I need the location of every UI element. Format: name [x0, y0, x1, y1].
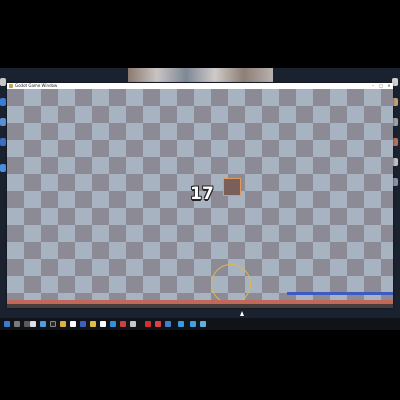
app-icon[interactable] [190, 321, 196, 327]
taskbar [0, 318, 400, 330]
desktop-shortcut-icon[interactable] [0, 164, 6, 172]
app-icon[interactable] [130, 321, 136, 327]
app-icon[interactable] [80, 321, 86, 327]
score-counter: 17 [190, 184, 214, 204]
desktop-shortcut-icon[interactable] [0, 78, 6, 86]
desktop-icons-right [392, 74, 400, 304]
app-icon[interactable] [40, 321, 46, 327]
app-icon[interactable] [120, 321, 126, 327]
app-icon[interactable] [200, 321, 206, 327]
app-icon[interactable] [155, 321, 161, 327]
app-icon[interactable] [100, 321, 106, 327]
godot-app-icon [9, 84, 13, 88]
start-icon[interactable] [4, 321, 10, 327]
file-explorer-icon[interactable] [60, 321, 66, 327]
app-icon[interactable] [145, 321, 151, 327]
app-icon[interactable] [110, 321, 116, 327]
app-icon[interactable] [90, 321, 96, 327]
app-icon[interactable] [178, 321, 184, 327]
window-bottom-edge [7, 304, 393, 308]
game-canvas[interactable]: 17 [7, 89, 393, 300]
app-icon[interactable] [50, 321, 56, 327]
desktop-shortcut-icon[interactable] [0, 138, 6, 146]
desktop-shortcut-icon[interactable] [0, 118, 6, 126]
game-window: Godot Game Window – □ ✕ 17 [7, 83, 393, 308]
blue-platform [287, 292, 393, 295]
desktop-wallpaper [128, 68, 273, 82]
desktop-shortcut-icon[interactable] [0, 98, 6, 106]
desktop-screen: Godot Game Window – □ ✕ 17 [0, 68, 400, 330]
mouse-cursor-icon [240, 311, 244, 316]
app-icon[interactable] [30, 321, 36, 327]
player-sprite [223, 178, 241, 196]
app-icon[interactable] [165, 321, 171, 327]
aim-ring [211, 264, 251, 304]
browser-icon[interactable] [70, 321, 76, 327]
search-icon[interactable] [14, 321, 20, 327]
